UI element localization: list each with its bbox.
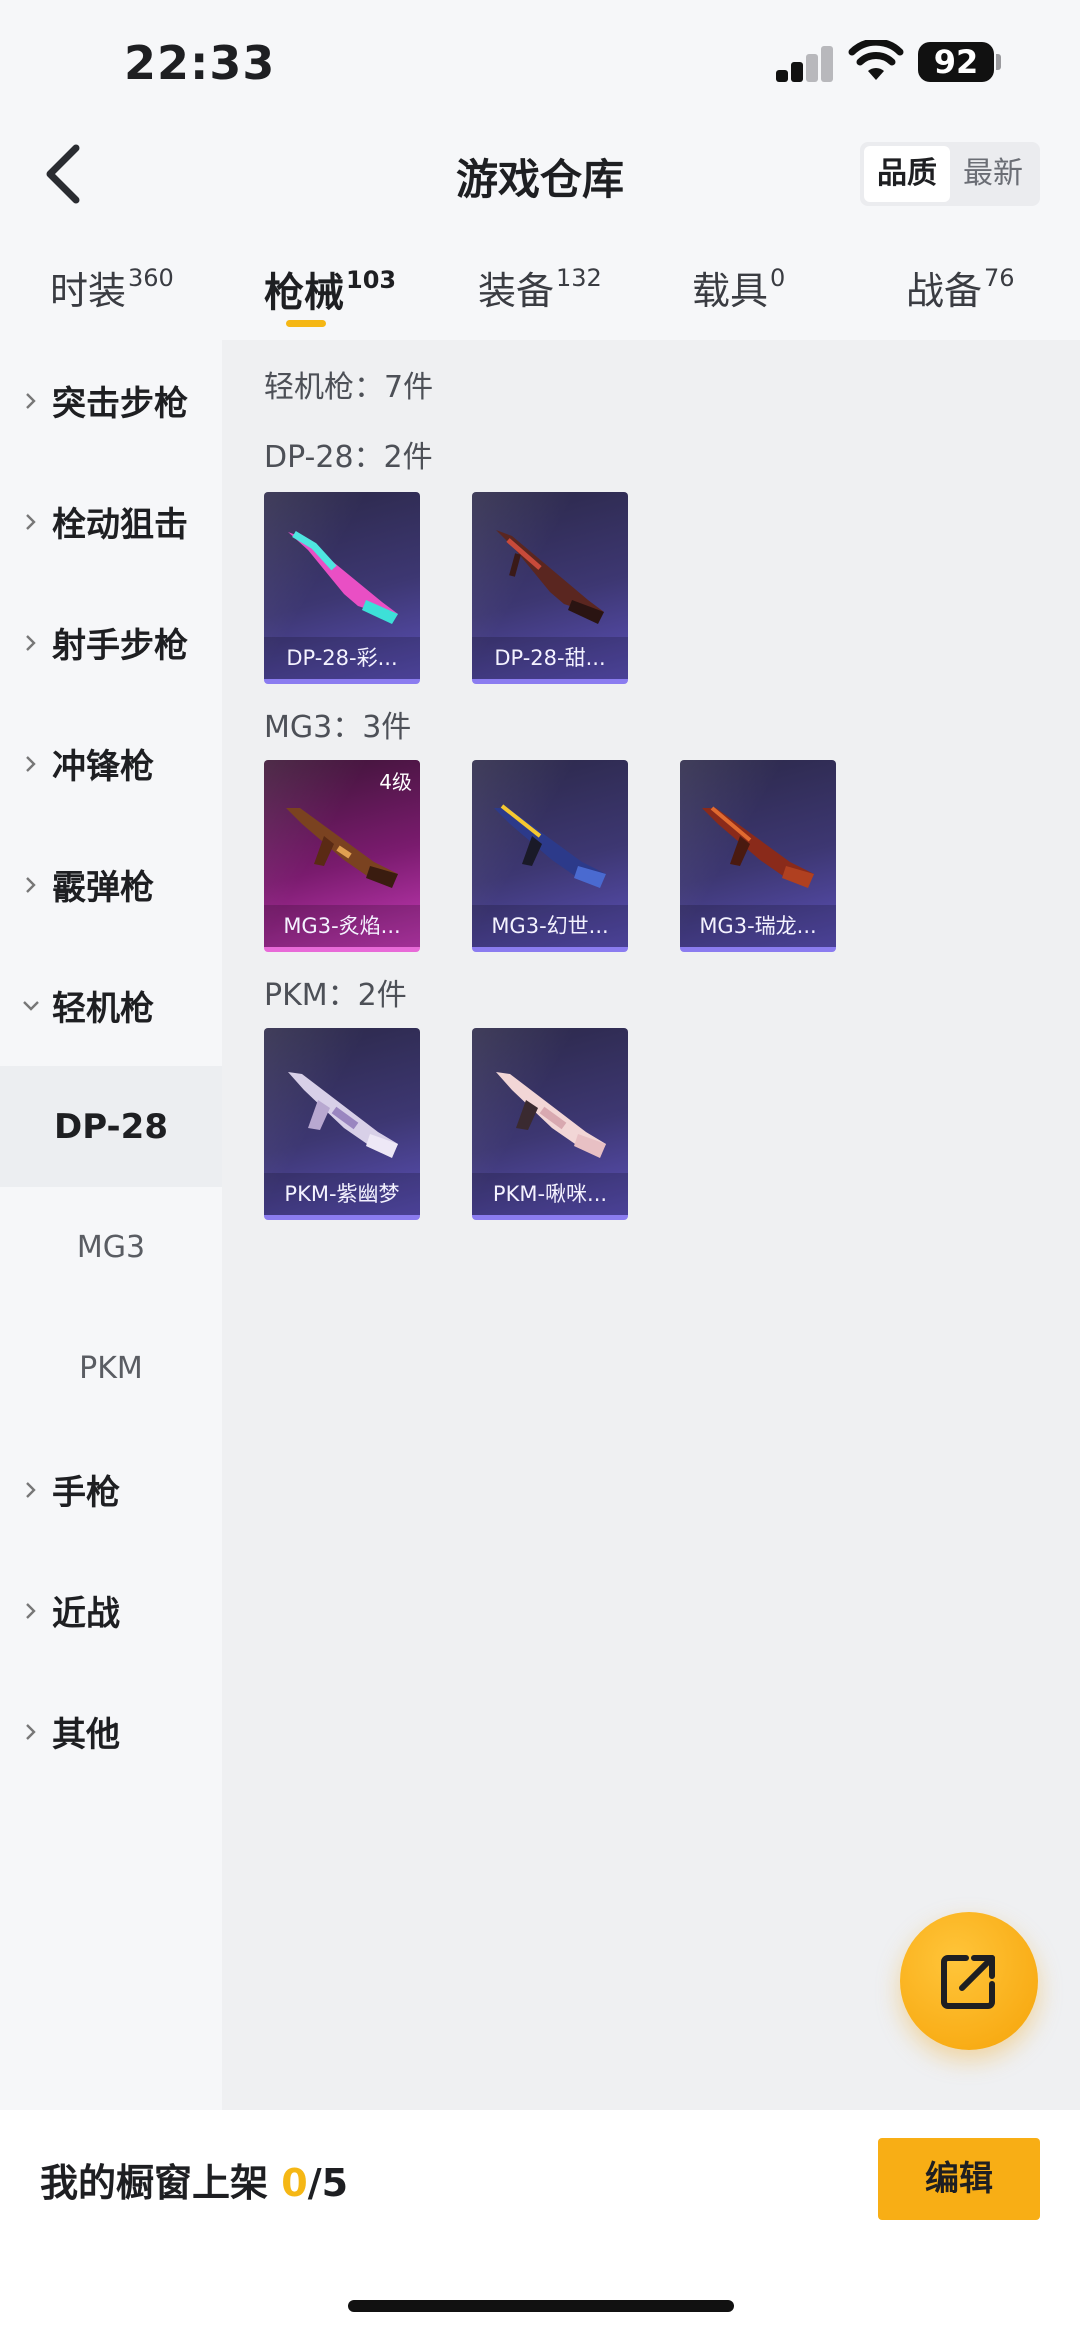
edit-button[interactable]: 编辑: [878, 2138, 1040, 2220]
item-name: DP-28-彩...: [264, 637, 420, 679]
chevron-right-icon: [26, 513, 36, 530]
item-name: PKM-紫幽梦: [264, 1173, 420, 1215]
item-name: MG3-幻世...: [472, 905, 628, 947]
sidebar-item-shotgun[interactable]: 霰弹枪: [0, 824, 222, 945]
item-card[interactable]: DP-28-甜...: [472, 492, 628, 684]
sort-newest-button[interactable]: 最新: [950, 146, 1036, 202]
tab-vehicles[interactable]: 载具0: [692, 260, 785, 315]
tab-supplies[interactable]: 战备76: [906, 260, 1015, 315]
sort-quality-button[interactable]: 品质: [864, 146, 950, 202]
sidebar-item-marksman-rifle[interactable]: 射手步枪: [0, 582, 222, 703]
category-count-label: 轻机枪：7件: [264, 370, 434, 405]
battery-tip: [996, 54, 1001, 70]
sidebar: 突击步枪 栓动狙击 射手步枪 冲锋枪 霰弹枪 轻机枪 DP-28 MG3 PKM…: [0, 340, 222, 2110]
item-card[interactable]: MG3-幻世...: [472, 760, 628, 952]
chevron-right-icon: [26, 1481, 36, 1498]
sidebar-item-lmg[interactable]: 轻机枪: [0, 945, 222, 1066]
item-name: MG3-炙焰...: [264, 905, 420, 947]
sidebar-item-other[interactable]: 其他: [0, 1671, 222, 1792]
sidebar-subitem-dp28[interactable]: DP-28: [0, 1066, 222, 1187]
sidebar-item-melee[interactable]: 近战: [0, 1550, 222, 1671]
mg-skin-icon: [702, 806, 814, 888]
showcase-count: 0: [281, 2161, 308, 2205]
tab-costume[interactable]: 时装360: [50, 260, 174, 315]
chevron-right-icon: [26, 755, 36, 772]
chevron-right-icon: [26, 1723, 36, 1740]
rifle-skin-icon: [288, 530, 398, 624]
category-tabs: 时装360 枪械103 装备132 载具0 战备76: [0, 250, 1080, 340]
item-card[interactable]: MG3-瑞龙...: [680, 760, 836, 952]
item-card[interactable]: PKM-紫幽梦: [264, 1028, 420, 1220]
group-label-dp28: DP-28：2件: [264, 440, 433, 475]
item-name: DP-28-甜...: [472, 637, 628, 679]
mg-skin-icon: [496, 1072, 606, 1158]
sort-toggle: 品质 最新: [860, 142, 1040, 206]
chevron-right-icon: [26, 634, 36, 651]
tab-equipment[interactable]: 装备132: [478, 260, 602, 315]
chevron-down-icon: [23, 1000, 39, 1011]
sidebar-subitem-pkm[interactable]: PKM: [0, 1308, 222, 1429]
showcase-label: 我的橱窗上架 0/5: [40, 2161, 349, 2205]
chevron-right-icon: [26, 1602, 36, 1619]
active-tab-indicator: [286, 320, 326, 327]
share-external-icon: [941, 1955, 995, 2009]
sidebar-item-assault-rifle[interactable]: 突击步枪: [0, 340, 222, 461]
item-card[interactable]: 4级 MG3-炙焰...: [264, 760, 420, 952]
cellular-signal-icon: [776, 44, 834, 82]
mg-skin-icon: [494, 804, 606, 888]
chevron-right-icon: [26, 876, 36, 893]
mg-skin-icon: [286, 808, 398, 888]
home-indicator: [348, 2300, 734, 2312]
group-label-pkm: PKM：2件: [264, 978, 407, 1013]
sidebar-subitem-mg3[interactable]: MG3: [0, 1187, 222, 1308]
rifle-skin-icon: [496, 530, 604, 624]
tab-firearms[interactable]: 枪械103: [264, 260, 396, 318]
mg-skin-icon: [288, 1072, 398, 1158]
wifi-icon: [848, 40, 904, 80]
item-name: PKM-啾咪...: [472, 1173, 628, 1215]
item-name: MG3-瑞龙...: [680, 905, 836, 947]
share-fab-button[interactable]: [900, 1912, 1038, 2050]
sidebar-item-smg[interactable]: 冲锋枪: [0, 703, 222, 824]
chevron-right-icon: [26, 392, 36, 409]
battery-icon: 92: [918, 42, 994, 82]
item-grid-panel: 轻机枪：7件 DP-28：2件 DP-28-彩... DP-28-甜... MG…: [222, 340, 1080, 2110]
status-time: 22:33: [124, 36, 276, 90]
sidebar-item-pistol[interactable]: 手枪: [0, 1429, 222, 1550]
sidebar-item-bolt-sniper[interactable]: 栓动狙击: [0, 461, 222, 582]
item-card[interactable]: PKM-啾咪...: [472, 1028, 628, 1220]
item-card[interactable]: DP-28-彩...: [264, 492, 420, 684]
group-label-mg3: MG3：3件: [264, 710, 412, 745]
